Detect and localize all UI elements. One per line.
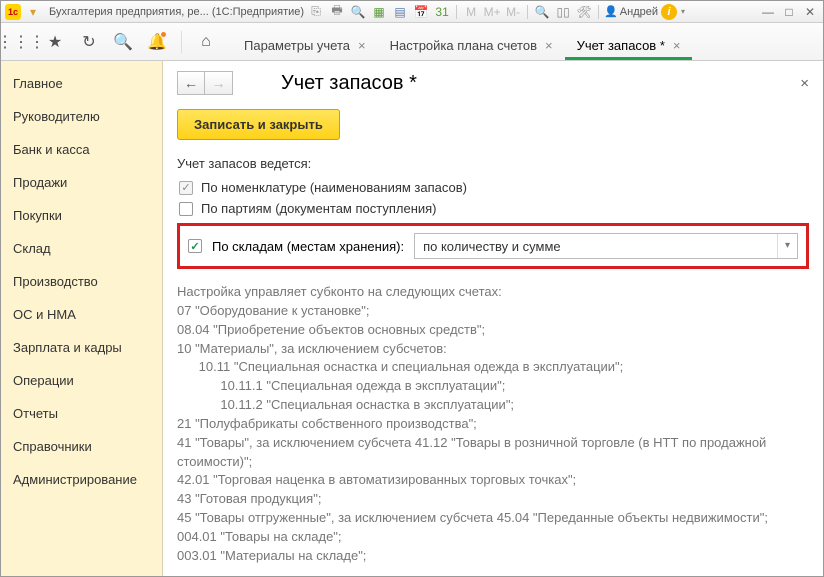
tab[interactable]: Параметры учета × [232, 30, 378, 60]
apps-icon[interactable]: ⋮⋮⋮ [7, 28, 35, 56]
help-line: 10 "Материалы", за исключением субсчетов… [177, 340, 809, 359]
help-line: 10.11.1 "Специальная одежда в эксплуатац… [177, 377, 809, 396]
help-line: 07 "Оборудование к установке"; [177, 302, 809, 321]
attach-icon[interactable]: ▤ [391, 3, 409, 21]
help-line: 42.01 "Торговая наценка в автоматизирова… [177, 471, 809, 490]
sidebar-item[interactable]: Операции [1, 364, 162, 397]
print-icon[interactable]: 🖶 [328, 3, 346, 21]
help-line: Настройка управляет субконто на следующи… [177, 283, 809, 302]
label-nomenclature: По номенклатуре (наименованиям запасов) [201, 180, 467, 195]
sidebar-item[interactable]: Банк и касса [1, 133, 162, 166]
select-value: по количеству и сумме [415, 239, 777, 254]
checkbox-nomenclature: ✓ [179, 181, 193, 195]
tab-label: Настройка плана счетов [390, 38, 537, 53]
titlebar: 1c ▾ Бухгалтерия предприятия, ре... (1С:… [1, 1, 823, 23]
help-line: 003.01 "Материалы на складе"; [177, 547, 809, 566]
help-line: 43 "Готовая продукция"; [177, 490, 809, 509]
help-line: 41 "Товары", за исключением субсчета 41.… [177, 434, 809, 472]
checkbox-warehouses[interactable]: ✓ [188, 239, 202, 253]
sidebar-item[interactable]: Руководителю [1, 100, 162, 133]
chevron-down-icon[interactable]: ▾ [777, 234, 797, 258]
history-icon[interactable]: ↻ [75, 28, 103, 56]
help-line: 08.04 "Приобретение объектов основных ср… [177, 321, 809, 340]
minimize-button[interactable]: — [759, 4, 777, 20]
user-menu[interactable]: 👤 Андрей [604, 5, 658, 18]
m-icon[interactable]: M [462, 3, 480, 21]
tab-close-icon[interactable]: × [358, 39, 366, 52]
zoom-icon[interactable]: 🔍 [533, 3, 551, 21]
checkbox-parties[interactable] [179, 202, 193, 216]
tab-label: Параметры учета [244, 38, 350, 53]
m-minus-icon[interactable]: M- [504, 3, 522, 21]
sidebar-item[interactable]: Покупки [1, 199, 162, 232]
main-toolbar: ⋮⋮⋮ ★ ↻ 🔍 🔔 ⌂ Параметры учета×Настройка … [1, 23, 823, 61]
toolbar-icon-1[interactable]: ⎘ [307, 3, 325, 21]
content-area: × ← → Учет запасов * Записать и закрыть … [163, 61, 823, 576]
search-icon[interactable]: 🔍 [109, 28, 137, 56]
nav-forward-button: → [205, 71, 233, 95]
help-line: 004.01 "Товары на складе"; [177, 528, 809, 547]
tab-close-icon[interactable]: × [673, 39, 681, 52]
sidebar-item[interactable]: Отчеты [1, 397, 162, 430]
sidebar-item[interactable]: Главное [1, 67, 162, 100]
bell-icon[interactable]: 🔔 [143, 28, 171, 56]
label-warehouses: По складам (местам хранения): [212, 239, 404, 254]
window-title: Бухгалтерия предприятия, ре... (1С:Предп… [49, 6, 304, 18]
sidebar: ГлавноеРуководителюБанк и кассаПродажиПо… [1, 61, 163, 576]
star-icon[interactable]: ★ [41, 28, 69, 56]
help-line: 45 "Товары отгруженные", за исключением … [177, 509, 809, 528]
date-icon[interactable]: 31 [433, 3, 451, 21]
calc-icon[interactable]: ▦ [370, 3, 388, 21]
help-line: 10.11 "Специальная оснастка и специальна… [177, 358, 809, 377]
sidebar-item[interactable]: Склад [1, 232, 162, 265]
calendar-icon[interactable]: 📅 [412, 3, 430, 21]
label-parties: По партиям (документам поступления) [201, 201, 437, 216]
settings-icon[interactable]: 🛠 [575, 3, 593, 21]
nav-back-button[interactable]: ← [177, 71, 205, 95]
highlighted-option-row: ✓ По складам (местам хранения): по колич… [177, 223, 809, 269]
close-page-button[interactable]: × [800, 75, 809, 92]
tab-close-icon[interactable]: × [545, 39, 553, 52]
save-and-close-button[interactable]: Записать и закрыть [177, 109, 340, 140]
page-title: Учет запасов * [281, 72, 417, 95]
help-text: Настройка управляет субконто на следующи… [177, 283, 809, 566]
sidebar-item[interactable]: ОС и НМА [1, 298, 162, 331]
app-icon: 1c [5, 4, 21, 20]
tab[interactable]: Настройка плана счетов × [378, 30, 565, 60]
m-plus-icon[interactable]: M+ [483, 3, 501, 21]
help-line: 21 "Полуфабрикаты собственного производс… [177, 415, 809, 434]
dropdown-icon[interactable]: ▾ [24, 3, 42, 21]
warehouse-mode-select[interactable]: по количеству и сумме ▾ [414, 233, 798, 259]
close-button[interactable]: ✕ [801, 4, 819, 20]
panels-icon[interactable]: ▯▯ [554, 3, 572, 21]
help-line: 10.11.2 "Специальная оснастка в эксплуат… [177, 396, 809, 415]
tab-bar: Параметры учета×Настройка плана счетов×У… [232, 23, 692, 60]
preview-icon[interactable]: 🔍 [349, 3, 367, 21]
maximize-button[interactable]: □ [780, 4, 798, 20]
sidebar-item[interactable]: Производство [1, 265, 162, 298]
sidebar-item[interactable]: Справочники [1, 430, 162, 463]
home-icon[interactable]: ⌂ [192, 28, 220, 56]
sidebar-item[interactable]: Администрирование [1, 463, 162, 496]
tab[interactable]: Учет запасов * × [565, 30, 693, 60]
sidebar-item[interactable]: Продажи [1, 166, 162, 199]
section-title: Учет запасов ведется: [177, 156, 809, 171]
sidebar-item[interactable]: Зарплата и кадры [1, 331, 162, 364]
info-icon[interactable]: i [661, 4, 677, 20]
info-dropdown[interactable]: ▾ [681, 7, 685, 16]
tab-label: Учет запасов * [577, 38, 665, 53]
